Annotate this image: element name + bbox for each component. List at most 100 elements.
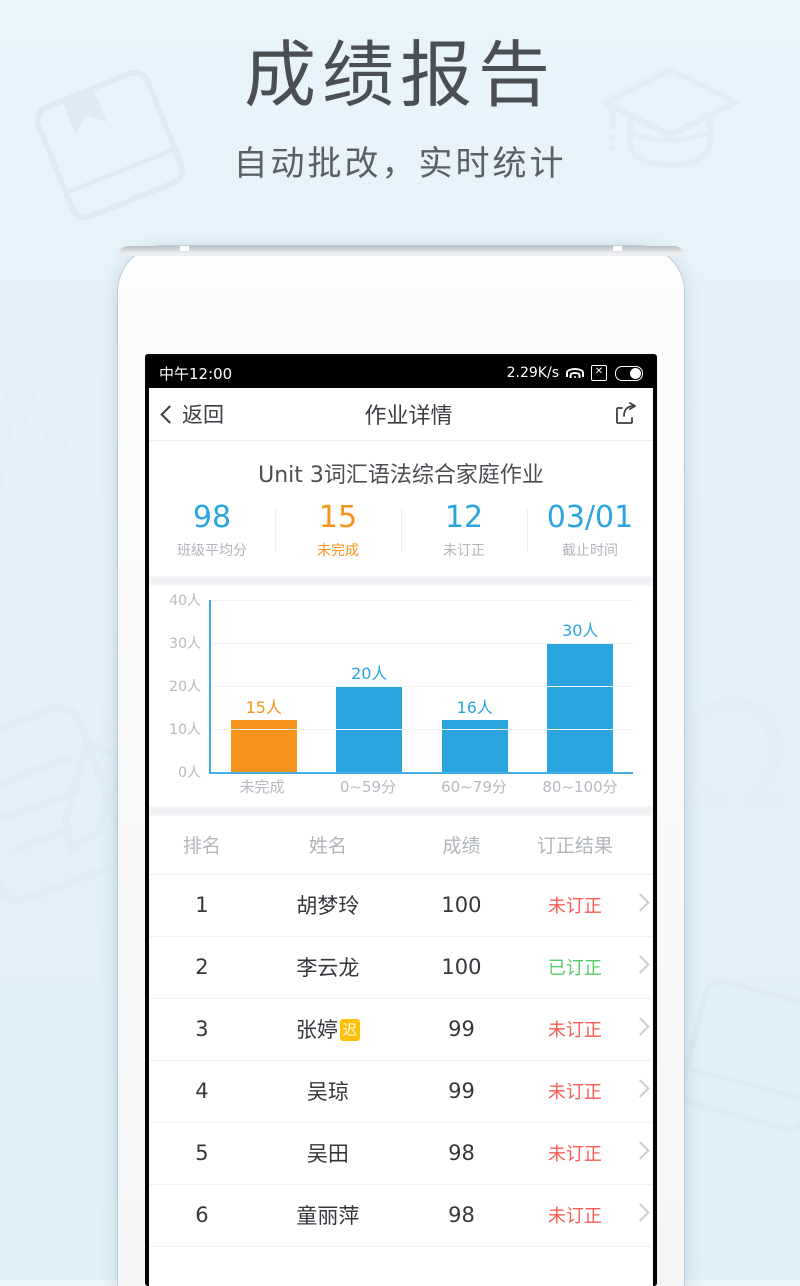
stat-label: 未完成 (275, 540, 401, 560)
cell-rank: 4 (149, 1079, 255, 1103)
y-axis-tick: 20人 (169, 676, 201, 696)
table-row[interactable]: 4吴琼99未订正 (149, 1061, 653, 1123)
x-axis-tick: 0~59分 (315, 776, 421, 797)
poster-headline: 成绩报告 自动批改，实时统计 (0, 38, 800, 185)
y-axis-tick: 40人 (169, 590, 201, 610)
row-chevron[interactable] (628, 1206, 653, 1224)
chevron-left-icon (160, 405, 178, 423)
cell-name: 胡梦玲 (255, 890, 401, 920)
chevron-right-icon (631, 893, 649, 911)
homework-title: Unit 3词汇语法综合家庭作业 (149, 441, 653, 493)
stat-uncorrected[interactable]: 12 未订正 (401, 501, 527, 560)
cell-result: 未订正 (522, 1202, 628, 1228)
stats-row: 98 班级平均分 15 未完成 12 未订正 03/01 截止时间 (149, 493, 653, 576)
x-axis-tick: 60~79分 (421, 776, 527, 797)
cell-result: 已订正 (522, 954, 628, 980)
cell-score: 100 (401, 893, 522, 917)
stat-label: 班级平均分 (149, 540, 275, 560)
table-row[interactable]: 1胡梦玲100未订正 (149, 875, 653, 937)
chart-x-axis: 未完成0~59分60~79分80~100分 (209, 776, 633, 797)
student-ranking-table: 排名 姓名 成绩 订正结果 1胡梦玲100未订正2李云龙100已订正3张婷迟99… (149, 816, 653, 1286)
table-row[interactable]: 3张婷迟99未订正 (149, 999, 653, 1061)
page-subtitle: 自动批改，实时统计 (0, 136, 800, 185)
table-row[interactable]: 6童丽萍98未订正 (149, 1185, 653, 1247)
chart-gridline (211, 686, 633, 687)
row-chevron[interactable] (628, 1144, 653, 1162)
phone-antenna-left (180, 246, 189, 251)
battery-icon (615, 366, 643, 381)
x-axis-tick: 未完成 (209, 776, 315, 797)
chart-gridline (211, 729, 633, 730)
chart-y-axis: 0人10人20人30人40人 (163, 600, 207, 772)
stat-value: 15 (275, 501, 401, 536)
row-chevron[interactable] (628, 1082, 653, 1100)
cell-rank: 5 (149, 1141, 255, 1165)
cell-score: 100 (401, 955, 522, 979)
chart-bar-label: 30人 (562, 617, 598, 641)
sim-disabled-icon: ✕ (591, 365, 607, 381)
cell-result: 未订正 (522, 1078, 628, 1104)
chart-plot-area: 15人20人16人30人 (209, 600, 633, 774)
cell-result: 未订正 (522, 892, 628, 918)
column-header-result: 订正结果 (522, 831, 628, 858)
cell-score: 99 (401, 1079, 522, 1103)
nav-bar: 返回 作业详情 (149, 388, 653, 441)
cell-name: 吴琼 (255, 1076, 401, 1106)
row-chevron[interactable] (628, 958, 653, 976)
fx-formula-icon: fx (0, 368, 92, 500)
chart-bar-label: 20人 (351, 660, 387, 684)
wifi-icon (567, 367, 583, 379)
status-indicators: 2.29K/s ✕ (507, 365, 643, 381)
cell-name: 童丽萍 (255, 1200, 401, 1230)
chevron-right-icon (631, 955, 649, 973)
cell-name: 张婷迟 (255, 1014, 401, 1044)
nav-title: 作业详情 (204, 398, 613, 430)
chart-bar-label: 15人 (246, 694, 282, 718)
omega-icon: Ω (675, 682, 790, 832)
chevron-right-icon (631, 1203, 649, 1221)
y-axis-tick: 10人 (169, 719, 201, 739)
stat-label: 截止时间 (527, 540, 653, 560)
cell-rank: 6 (149, 1203, 255, 1227)
column-header-rank: 排名 (149, 831, 255, 858)
table-body[interactable]: 1胡梦玲100未订正2李云龙100已订正3张婷迟99未订正4吴琼99未订正5吴田… (149, 875, 653, 1286)
status-bar: 中午12:00 2.29K/s ✕ (149, 358, 653, 388)
cell-score: 99 (401, 1017, 522, 1041)
chart-bar[interactable]: 30人 (547, 643, 613, 772)
section-divider (149, 806, 653, 816)
stat-value: 98 (149, 501, 275, 536)
stat-deadline[interactable]: 03/01 截止时间 (527, 501, 653, 560)
cell-name: 吴田 (255, 1138, 401, 1168)
cell-rank: 1 (149, 893, 255, 917)
network-speed: 2.29K/s (507, 365, 559, 381)
share-button[interactable] (613, 401, 639, 427)
stat-value: 12 (401, 501, 527, 536)
page-title: 成绩报告 (0, 38, 800, 114)
section-divider (149, 576, 653, 586)
y-axis-tick: 30人 (169, 633, 201, 653)
table-row[interactable]: 2李云龙100已订正 (149, 937, 653, 999)
cell-result: 未订正 (522, 1140, 628, 1166)
column-header-score: 成绩 (401, 831, 522, 858)
phone-screen: 中午12:00 2.29K/s ✕ 返回 作业详情 (149, 358, 653, 1286)
row-chevron[interactable] (628, 1020, 653, 1038)
chevron-right-icon (631, 1017, 649, 1035)
chart-gridline (211, 600, 633, 601)
cell-score: 98 (401, 1203, 522, 1227)
phone-antenna-right (613, 246, 622, 251)
late-badge: 迟 (340, 1019, 360, 1041)
stat-average[interactable]: 98 班级平均分 (149, 501, 275, 560)
summary-card: Unit 3词汇语法综合家庭作业 98 班级平均分 15 未完成 12 未订正 … (149, 441, 653, 576)
stat-incomplete[interactable]: 15 未完成 (275, 501, 401, 560)
table-header: 排名 姓名 成绩 订正结果 (149, 816, 653, 875)
table-row[interactable]: 5吴田98未订正 (149, 1123, 653, 1185)
stat-label: 未订正 (401, 540, 527, 560)
chevron-right-icon (631, 1141, 649, 1159)
column-header-name: 姓名 (255, 831, 401, 858)
cell-result: 未订正 (522, 1016, 628, 1042)
phone-mockup: 中午12:00 2.29K/s ✕ 返回 作业详情 (118, 246, 684, 1286)
cell-score: 98 (401, 1141, 522, 1165)
chevron-right-icon (631, 1079, 649, 1097)
score-distribution-chart: 0人10人20人30人40人 15人20人16人30人 未完成0~59分60~7… (149, 586, 653, 806)
row-chevron[interactable] (628, 896, 653, 914)
